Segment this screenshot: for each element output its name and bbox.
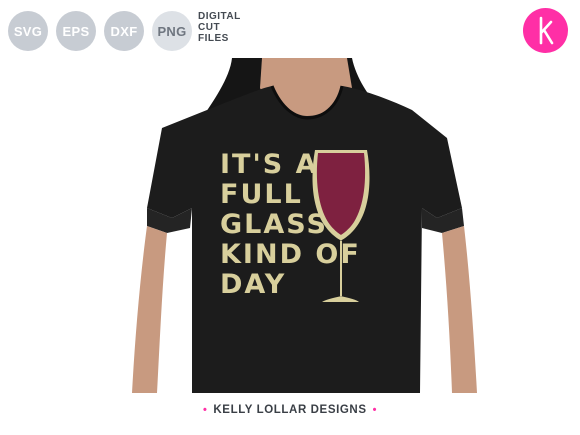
brand-logo	[523, 8, 568, 53]
png-format-badge: PNG	[152, 11, 192, 51]
svg-format-badge: SVG	[8, 11, 48, 51]
design-line-5: DAY	[220, 269, 287, 300]
digital-cut-files-label: DIGITAL CUT FILES	[198, 11, 241, 44]
k-logo-icon	[539, 16, 554, 45]
cut-label-line-2: CUT	[198, 22, 221, 33]
design-line-2: FULL	[220, 179, 303, 210]
cut-label-line-1: DIGITAL	[198, 11, 241, 22]
bullet-left: •	[202, 404, 208, 416]
designer-name: KELLY LOLLAR DESIGNS	[213, 404, 367, 416]
dxf-format-badge: DXF	[104, 11, 144, 51]
shirt-design-text: IT'S A FULL GLASS KIND OF DAY	[220, 150, 361, 300]
format-badges: SVG EPS DXF PNG	[8, 11, 192, 51]
bullet-right: •	[372, 404, 378, 416]
cut-label-line-3: FILES	[198, 33, 229, 44]
design-line-4: KIND OF	[220, 239, 361, 270]
design-line-1: IT'S A	[220, 149, 319, 180]
eps-format-badge: EPS	[56, 11, 96, 51]
designer-credit: • KELLY LOLLAR DESIGNS •	[0, 404, 580, 416]
design-line-3: GLASS	[220, 209, 328, 240]
